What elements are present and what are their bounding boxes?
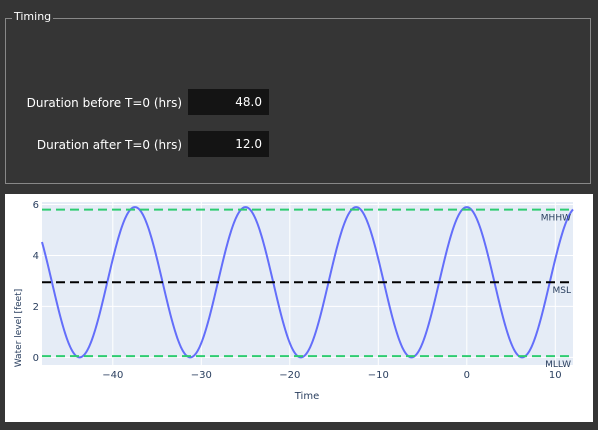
duration-after-input[interactable] [188, 131, 269, 157]
x-tick-label: 0 [464, 370, 470, 381]
y-axis-title: Water level [feet] [14, 289, 24, 368]
duration-before-input[interactable] [188, 89, 269, 115]
x-tick-label: −30 [191, 370, 212, 381]
x-axis-title: Time [294, 391, 319, 402]
x-tick-label: 10 [549, 370, 562, 381]
reference-label-mllw: MLLW [545, 360, 571, 370]
y-tick-label: 0 [33, 353, 39, 364]
y-tick-label: 4 [33, 251, 39, 262]
x-tick-label: −10 [368, 370, 389, 381]
reference-label-mhhw: MHHW [541, 214, 571, 224]
y-tick-label: 6 [33, 200, 39, 211]
timing-group-title: Timing [12, 10, 54, 24]
x-tick-label: −40 [102, 370, 123, 381]
duration-after-label: Duration after T=0 (hrs) [36, 138, 182, 152]
y-tick-label: 2 [33, 302, 39, 313]
water-level-plot[interactable]: Water level [feet] Time −40 −30 −20 −10 0 10 0… [5, 194, 593, 422]
duration-before-label: Duration before T=0 (hrs) [26, 96, 182, 110]
water-level-chart[interactable]: Water level [feet] Time −40 −30 −20 −10 0 10 0… [5, 194, 593, 422]
reference-label-msl: MSL [553, 286, 572, 296]
x-tick-label: −20 [279, 370, 300, 381]
